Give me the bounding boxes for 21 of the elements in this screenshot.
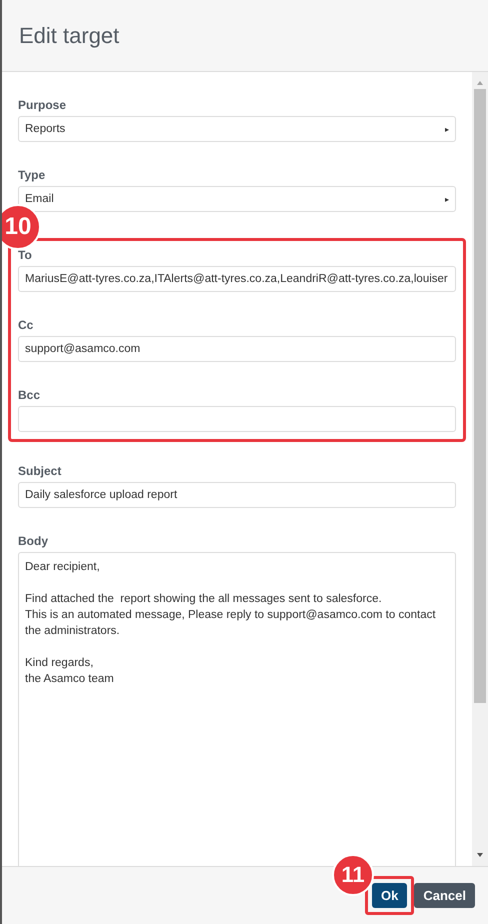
- field-label: Cc: [18, 318, 34, 332]
- ok-button[interactable]: Ok: [372, 883, 408, 908]
- input-field[interactable]: support@asamco.com: [18, 336, 456, 362]
- scrollbar[interactable]: [472, 72, 488, 866]
- step-badge: 11: [332, 854, 374, 896]
- field-label: To: [18, 248, 33, 262]
- caret-icon: ▸: [445, 194, 449, 204]
- field-label: Bcc: [18, 388, 42, 402]
- input-field[interactable]: [18, 406, 456, 432]
- input-field[interactable]: MariusE@att-tyres.co.za,ITAlerts@att-tyres.co.za,LeandriR@att-tyres.co.za,louiser: [18, 266, 456, 292]
- field-label: Subject: [18, 464, 62, 478]
- cancel-button[interactable]: Cancel: [414, 883, 475, 908]
- dropdown-field[interactable]: Reports ▸: [18, 116, 456, 142]
- dialog-title: Edit target: [19, 22, 120, 48]
- field-label: Purpose: [18, 98, 68, 112]
- dropdown-field[interactable]: Email ▸: [18, 186, 456, 212]
- field-label: Type: [18, 168, 46, 182]
- field-label: Body: [18, 534, 49, 548]
- input-field[interactable]: Daily salesforce upload report: [18, 482, 456, 508]
- step-badge: 10: [2, 204, 41, 250]
- caret-icon: ▸: [445, 124, 449, 134]
